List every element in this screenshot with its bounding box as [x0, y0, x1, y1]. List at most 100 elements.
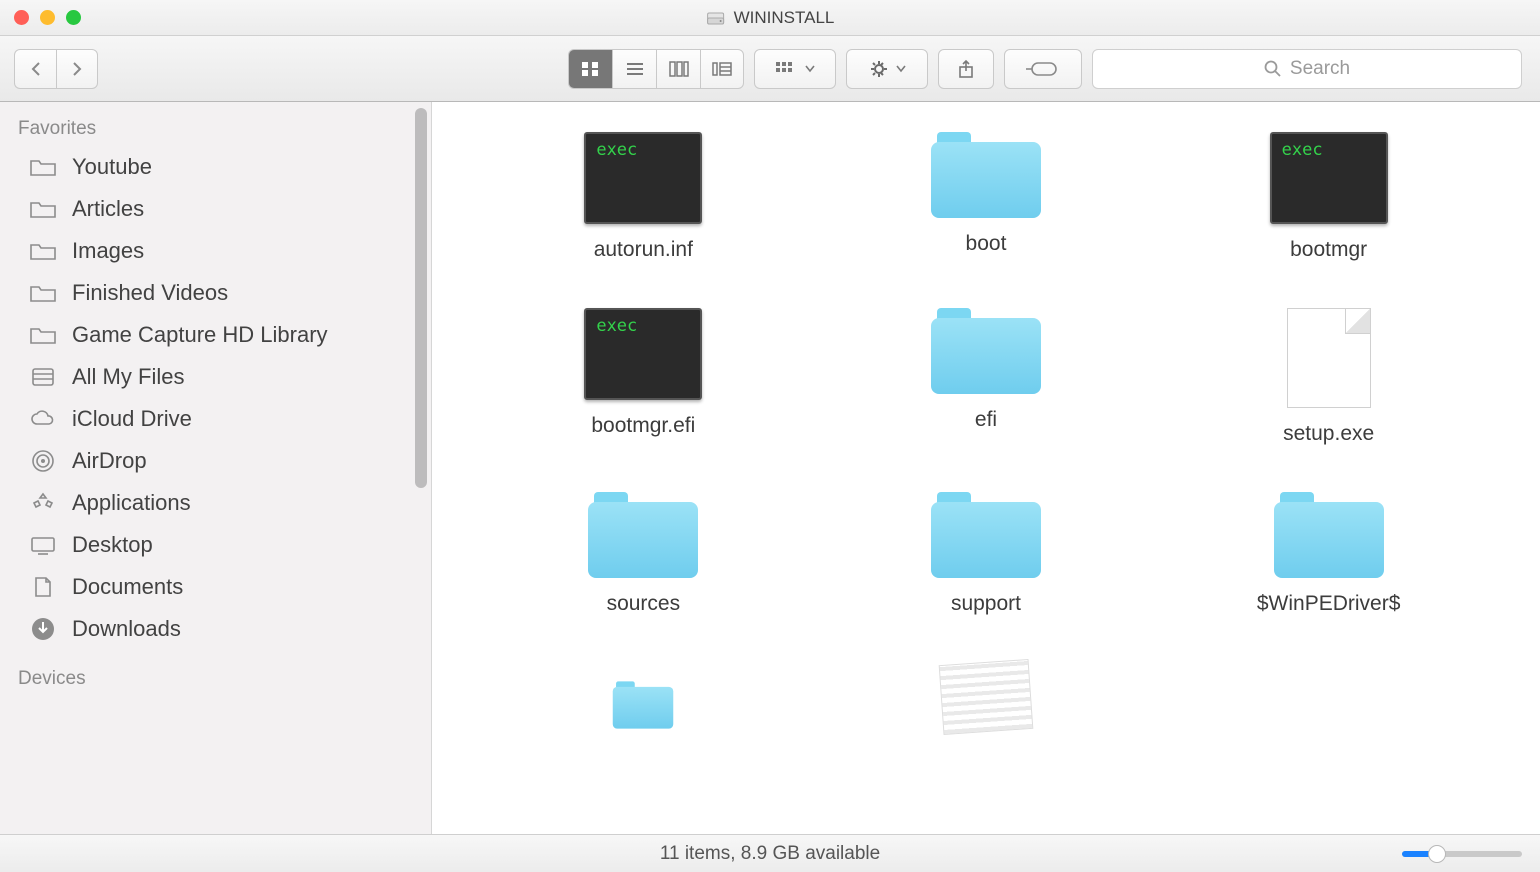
file-name: boot	[966, 232, 1007, 256]
action-menu-button[interactable]	[846, 49, 928, 89]
sidebar-item-label: Game Capture HD Library	[72, 322, 328, 348]
disk-icon	[706, 8, 726, 28]
slider-knob[interactable]	[1428, 845, 1446, 863]
file-name: support	[951, 592, 1021, 616]
file-item[interactable]: efi	[866, 308, 1106, 446]
exec-icon	[584, 308, 702, 400]
sidebar-item-label: Youtube	[72, 154, 152, 180]
file-grid: autorun.inf boot bootmgr bootmgr.efi efi…	[432, 102, 1540, 756]
sidebar-item-images[interactable]: Images	[0, 230, 431, 272]
file-name: setup.exe	[1283, 422, 1374, 446]
nav-group	[14, 49, 98, 89]
cloud-icon	[28, 406, 58, 432]
file-name: sources	[607, 592, 681, 616]
sidebar-item-label: iCloud Drive	[72, 406, 192, 432]
share-button[interactable]	[938, 49, 994, 89]
sidebar-item-label: Downloads	[72, 616, 181, 642]
icon-size-slider[interactable]	[1402, 851, 1522, 857]
gear-icon	[868, 59, 890, 79]
sidebar-item-applications[interactable]: Applications	[0, 482, 431, 524]
close-button[interactable]	[14, 10, 29, 25]
toolbar: Search	[0, 36, 1540, 102]
tags-button[interactable]	[1004, 49, 1082, 89]
view-columns-button[interactable]	[656, 49, 700, 89]
folder-icon	[28, 154, 58, 180]
sidebar: Favorites Youtube Articles Images Finish…	[0, 102, 432, 834]
titlebar: WININSTALL	[0, 0, 1540, 36]
folder-icon	[28, 322, 58, 348]
file-icon	[1287, 308, 1371, 408]
sidebar-item-game-capture[interactable]: Game Capture HD Library	[0, 314, 431, 356]
file-item[interactable]: sources	[523, 492, 763, 616]
file-item[interactable]: bootmgr	[1209, 132, 1449, 262]
sidebar-item-all-my-files[interactable]: All My Files	[0, 356, 431, 398]
status-text: 11 items, 8.9 GB available	[660, 843, 880, 865]
folder-icon	[931, 492, 1041, 578]
file-name: autorun.inf	[594, 238, 693, 262]
view-list-button[interactable]	[612, 49, 656, 89]
folder-icon	[613, 681, 674, 728]
tag-icon	[1026, 59, 1060, 79]
window-title-wrap: WININSTALL	[706, 8, 835, 28]
back-button[interactable]	[14, 49, 56, 89]
file-item[interactable]: autorun.inf	[523, 132, 763, 262]
sidebar-item-label: Finished Videos	[72, 280, 228, 306]
sidebar-item-youtube[interactable]: Youtube	[0, 146, 431, 188]
sidebar-item-articles[interactable]: Articles	[0, 188, 431, 230]
sidebar-item-label: Articles	[72, 196, 144, 222]
view-coverflow-button[interactable]	[700, 49, 744, 89]
view-mode-group	[568, 49, 744, 89]
sidebar-item-icloud[interactable]: iCloud Drive	[0, 398, 431, 440]
sidebar-item-desktop[interactable]: Desktop	[0, 524, 431, 566]
folder-icon	[931, 132, 1041, 218]
arrange-button[interactable]	[754, 49, 836, 89]
folder-icon	[28, 196, 58, 222]
apps-icon	[28, 490, 58, 516]
file-area[interactable]: autorun.inf boot bootmgr bootmgr.efi efi…	[432, 102, 1540, 834]
file-item[interactable]: setup.exe	[1209, 308, 1449, 446]
body: Favorites Youtube Articles Images Finish…	[0, 102, 1540, 834]
sidebar-item-label: Applications	[72, 490, 191, 516]
window-controls	[14, 10, 81, 25]
sidebar-section-header: Devices	[0, 664, 431, 696]
sidebar-item-label: Desktop	[72, 532, 153, 558]
file-item[interactable]: boot	[866, 132, 1106, 262]
file-item[interactable]: bootmgr.efi	[523, 308, 763, 446]
sidebar-item-label: All My Files	[72, 364, 184, 390]
file-name: $WinPEDriver$	[1257, 592, 1401, 616]
sidebar-item-airdrop[interactable]: AirDrop	[0, 440, 431, 482]
sidebar-scrollbar[interactable]	[415, 108, 427, 488]
file-item[interactable]	[866, 662, 1106, 746]
share-icon	[957, 59, 975, 79]
airdrop-icon	[28, 448, 58, 474]
sidebar-item-label: Images	[72, 238, 144, 264]
folder-icon	[931, 308, 1041, 394]
exec-icon	[584, 132, 702, 224]
minimize-button[interactable]	[40, 10, 55, 25]
status-bar: 11 items, 8.9 GB available	[0, 834, 1540, 872]
zoom-button[interactable]	[66, 10, 81, 25]
folder-icon	[588, 492, 698, 578]
file-name: bootmgr.efi	[591, 414, 695, 438]
search-input[interactable]: Search	[1092, 49, 1522, 89]
chevron-down-icon	[805, 65, 815, 73]
chevron-down-icon	[896, 65, 906, 73]
forward-button[interactable]	[56, 49, 98, 89]
sidebar-item-documents[interactable]: Documents	[0, 566, 431, 608]
file-item[interactable]: $WinPEDriver$	[1209, 492, 1449, 616]
sidebar-item-label: AirDrop	[72, 448, 147, 474]
desktop-icon	[28, 532, 58, 558]
folder-icon	[1274, 492, 1384, 578]
sidebar-item-downloads[interactable]: Downloads	[0, 608, 431, 650]
allfiles-icon	[28, 364, 58, 390]
folder-icon	[28, 280, 58, 306]
search-placeholder: Search	[1290, 58, 1350, 80]
window-title: WININSTALL	[734, 8, 835, 28]
file-name: bootmgr	[1290, 238, 1367, 262]
file-item[interactable]	[523, 662, 763, 746]
file-item[interactable]: support	[866, 492, 1106, 616]
documents-icon	[28, 574, 58, 600]
downloads-icon	[28, 616, 58, 642]
view-icons-button[interactable]	[568, 49, 612, 89]
sidebar-item-finished-videos[interactable]: Finished Videos	[0, 272, 431, 314]
